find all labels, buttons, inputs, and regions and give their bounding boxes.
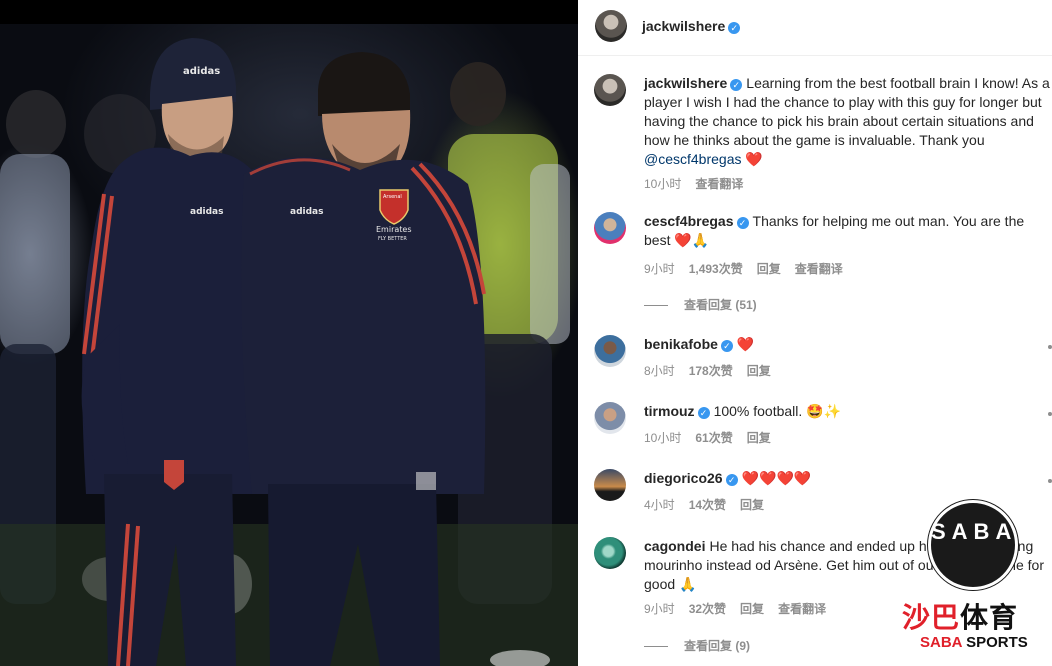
svg-text:adidas: adidas [290,207,323,217]
comment-text-block: diegorico26 ✓ ❤️❤️❤️❤️ [644,469,1052,488]
comment-timestamp[interactable]: 4小时 [644,498,675,512]
view-replies-button[interactable]: 查看回复 (51) [644,296,757,313]
see-translation-button[interactable]: 查看翻译 [695,177,743,191]
comment-item: tirmouz ✓ 100% football. 🤩✨ 10小时 61次赞 回复 [594,402,1052,448]
reply-button[interactable]: 回复 [747,364,771,378]
heart-pray-emoji: ❤️🙏 [674,232,710,248]
watermark-en-black: SPORTS [961,634,1028,651]
caption-mention-link[interactable]: @cescf4bregas [644,151,741,167]
caption-avatar[interactable] [594,74,626,106]
comment-username-text[interactable]: cagondei [644,538,705,554]
reply-button[interactable]: 回复 [747,431,771,445]
reply-button[interactable]: 回复 [740,498,764,512]
comment-username-text[interactable]: benikafobe [644,336,718,352]
comment-username[interactable]: benikafobe ✓ [644,336,733,352]
photo-illustration: adidas adidas adidas Arsenal Emirates FL… [0,38,578,666]
verified-badge-icon: ✓ [720,340,733,352]
view-replies-label[interactable]: 查看回复 (9) [684,639,750,653]
author-avatar[interactable] [595,10,627,42]
replies-divider-line [644,305,668,307]
svg-text:adidas: adidas [190,207,223,217]
comment-likes[interactable]: 61次赞 [695,431,732,445]
commenter-avatar[interactable] [594,402,626,434]
author-username[interactable]: jackwilshere ✓ [642,18,741,34]
comment-timestamp[interactable]: 8小时 [644,364,675,378]
caption-timestamp[interactable]: 10小时 [644,177,681,191]
star-eyes-sparkle-emoji: 🤩✨ [806,403,842,419]
comment-meta: 8小时 178次赞 回复 [644,362,785,379]
svg-text:adidas: adidas [183,66,220,77]
comment-username-text[interactable]: diegorico26 [644,470,723,486]
reply-button[interactable]: 回复 [740,602,764,616]
replies-divider-line [644,646,668,648]
badge-text: Arsenal [383,194,402,200]
comment-username[interactable]: tirmouz ✓ [644,403,710,419]
more-options-icon[interactable] [1048,479,1052,483]
verified-badge-icon: ✓ [730,79,743,91]
comment-timestamp[interactable]: 9小时 [644,262,675,276]
saba-ball-logo: SABA [928,500,1018,590]
comment-meta: 4小时 14次赞 回复 [644,496,778,513]
caption-meta: 10小时 查看翻译 [644,175,757,192]
comment-item: benikafobe ✓ ❤️ 8小时 178次赞 回复 [594,335,1052,381]
comment-meta: 9小时 1,493次赞 回复 查看翻译 [644,260,857,277]
comment-username-text[interactable]: cescf4bregas [644,213,734,229]
pray-icon: 🙏 [679,576,697,592]
verified-badge-icon: ✓ [736,217,749,229]
watermark-cn-black: 体育 [960,601,1019,634]
author-username-text[interactable]: jackwilshere [642,18,725,34]
view-replies-button[interactable]: 查看回复 (9) [644,637,750,654]
comment-meta: 9小时 32次赞 回复 查看翻译 [644,600,840,617]
saba-sports-watermark: SABA 沙巴体育 SABA SPORTS [898,500,1048,660]
post-photo: adidas adidas adidas Arsenal Emirates FL… [0,0,578,666]
ball-logo-text: SABA [931,519,1018,544]
comment-text-block: cescf4bregas ✓ Thanks for helping me out m… [644,212,1052,250]
more-options-icon[interactable] [1048,345,1052,349]
heart-icon: ❤️ [736,336,755,352]
comment-likes[interactable]: 178次赞 [689,364,733,378]
comment-likes[interactable]: 14次赞 [689,498,726,512]
comment-text: 100% football. [713,403,807,419]
post-caption: jackwilshere ✓ Learning from the best foot… [594,74,1052,199]
sponsor-subtext: FLY BETTER [378,236,407,242]
comment-likes[interactable]: 1,493次赞 [689,262,743,276]
heart-icon: ❤️ [745,151,763,167]
comment-username[interactable]: cescf4bregas ✓ [644,213,749,229]
comment-timestamp[interactable]: 10小时 [644,431,681,445]
comment-likes[interactable]: 32次赞 [689,602,726,616]
sponsor-text: Emirates [376,225,412,234]
photo-top-band [0,0,578,24]
verified-badge-icon: ✓ [725,474,738,486]
comment-item: cescf4bregas ✓ Thanks for helping me out m… [594,212,1052,317]
hearts-emoji: ❤️❤️❤️❤️ [741,470,812,486]
watermark-cn-red: 沙巴 [902,601,961,634]
see-translation-button[interactable]: 查看翻译 [778,602,826,616]
commenter-avatar[interactable] [594,469,626,501]
commenter-avatar[interactable] [594,537,626,569]
caption-username-text[interactable]: jackwilshere [644,75,727,91]
verified-badge-icon: ✓ [697,407,710,419]
comment-text-block: benikafobe ✓ ❤️ [644,335,1052,354]
comment-text-block: tirmouz ✓ 100% football. 🤩✨ [644,402,1052,421]
reply-button[interactable]: 回复 [757,262,781,276]
watermark-en-text: SABA SPORTS [920,634,1028,651]
watermark-en-red: SABA [920,634,962,651]
more-options-icon[interactable] [1048,412,1052,416]
comment-meta: 10小时 61次赞 回复 [644,429,785,446]
verified-badge-icon: ✓ [728,22,741,34]
comment-timestamp[interactable]: 9小时 [644,602,675,616]
commenter-avatar[interactable] [594,212,626,244]
caption-text-block: jackwilshere ✓ Learning from the best foot… [644,74,1052,169]
post-header: jackwilshere ✓ [578,0,1052,56]
watermark-cn-text: 沙巴体育 [902,596,1018,636]
commenter-avatar[interactable] [594,335,626,367]
view-replies-label[interactable]: 查看回复 (51) [684,298,757,312]
comment-username-text[interactable]: tirmouz [644,403,695,419]
comment-username[interactable]: cagondei [644,538,705,554]
comment-username[interactable]: diegorico26 ✓ [644,470,738,486]
see-translation-button[interactable]: 查看翻译 [795,262,843,276]
caption-username[interactable]: jackwilshere ✓ [644,75,743,91]
